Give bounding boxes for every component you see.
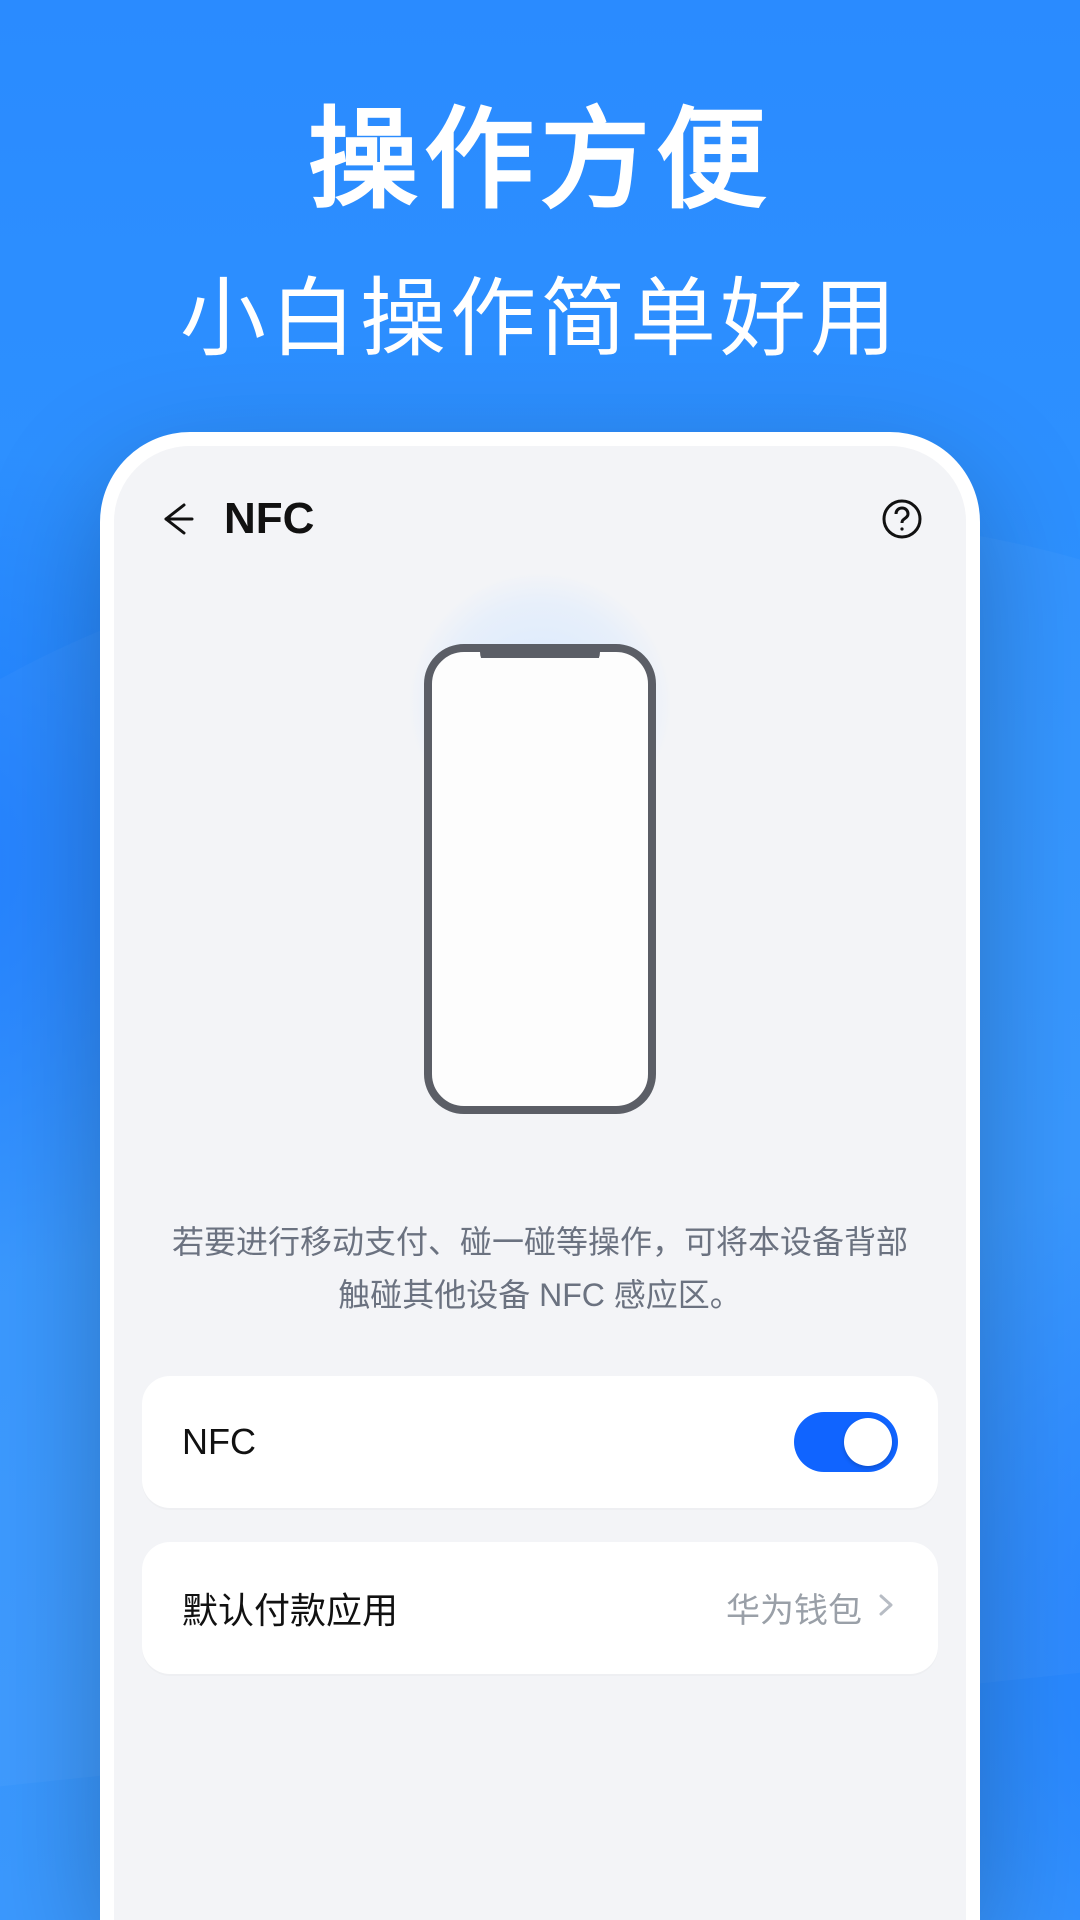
promo-banner: 操作方便 小白操作简单好用 (0, 70, 1080, 373)
back-button[interactable] (150, 491, 206, 547)
default-payment-app-row[interactable]: 默认付款应用 华为钱包 (142, 1542, 938, 1674)
nfc-illustration (114, 634, 966, 1154)
promo-heading: 操作方便 (0, 70, 1080, 230)
nfc-toggle-row[interactable]: NFC (142, 1376, 938, 1508)
chevron-right-icon (872, 1592, 898, 1623)
default-app-label: 默认付款应用 (182, 1582, 398, 1634)
phone-mockup: NFC 若要进行移动支付、碰一碰等操作 (100, 432, 980, 1920)
nfc-toggle-switch[interactable] (794, 1412, 898, 1472)
phone-outline-icon (424, 644, 656, 1114)
help-icon (881, 498, 923, 540)
back-arrow-icon (158, 499, 198, 539)
promo-subheading: 小白操作简单好用 (0, 248, 1080, 373)
nfc-toggle-label: NFC (182, 1421, 256, 1463)
help-button[interactable] (874, 491, 930, 547)
nfc-description: 若要进行移动支付、碰一碰等操作，可将本设备背部触碰其他设备 NFC 感应区。 (172, 1216, 908, 1322)
title-bar: NFC (114, 474, 966, 564)
default-app-value: 华为钱包 (726, 1583, 862, 1632)
page-title: NFC (224, 494, 314, 544)
